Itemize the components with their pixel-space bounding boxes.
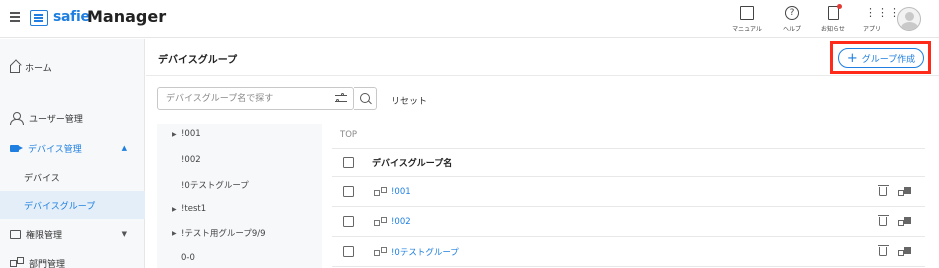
trash-icon[interactable]	[877, 185, 889, 196]
sidebar-item-departments[interactable]: 部門管理	[0, 249, 145, 268]
reset-button[interactable]: リセット	[391, 94, 427, 107]
tree-item[interactable]: ▶ !テスト用グループ9/9	[157, 223, 322, 243]
apps-button[interactable]: ⋮⋮⋮ アプリ	[852, 6, 901, 33]
table-row: !002	[332, 207, 925, 237]
sidebar-item-device-group[interactable]: デバイスグループ	[0, 191, 145, 219]
trash-icon[interactable]	[877, 245, 889, 256]
manual-label: マニュアル	[732, 26, 762, 33]
chevron-up-icon: ▲	[121, 144, 127, 152]
table-header-row: デバイスグループ名	[332, 148, 925, 177]
group-tree: ▶ !001 !002 !0テストグループ ▶ !test1 ▶ !テスト用グル…	[157, 124, 322, 268]
notice-button[interactable]: お知らせ	[813, 4, 853, 33]
sidebar-item-home[interactable]: ホーム	[0, 53, 145, 81]
divider	[146, 75, 939, 76]
create-group-button[interactable]: + グループ作成	[838, 48, 924, 68]
search-box	[157, 87, 354, 110]
department-icon	[10, 257, 24, 268]
group-table: デバイスグループ名 !001 !002 !0テストグループ	[332, 148, 925, 267]
row-checkbox[interactable]	[343, 186, 354, 197]
row-checkbox[interactable]	[343, 246, 354, 257]
help-button[interactable]: ? ヘルプ	[772, 6, 812, 33]
apps-grid-icon: ⋮⋮⋮	[865, 6, 901, 19]
notice-label: お知らせ	[821, 26, 845, 33]
notification-dot	[836, 4, 842, 9]
tree-item[interactable]: !002	[157, 150, 322, 170]
sidebar-item-label: デバイス	[24, 173, 60, 184]
tree-item[interactable]: ▶ !test1	[157, 199, 322, 219]
sidebar-item-label: デバイスグループ	[24, 201, 96, 212]
sidebar-item-label: デバイス管理	[28, 144, 82, 155]
search-input[interactable]	[158, 88, 328, 109]
logo-product: Manager	[87, 7, 167, 26]
move-group-icon[interactable]	[898, 247, 911, 257]
tree-item[interactable]: !0テストグループ	[157, 175, 322, 195]
create-group-label: グループ作成	[861, 54, 916, 65]
sidebar-item-label: ユーザー管理	[29, 114, 83, 125]
group-name-link[interactable]: !0テストグループ	[391, 246, 459, 258]
user-avatar[interactable]	[897, 7, 921, 31]
sidebar-item-device[interactable]: デバイス	[0, 163, 145, 191]
help-icon: ?	[785, 6, 799, 20]
column-header-name: デバイスグループ名	[372, 159, 453, 169]
sidebar: ホーム ユーザー管理 デバイス管理 ▲ デバイス デバイスグループ 権限管理 ▼…	[0, 39, 145, 268]
caret-right-icon[interactable]: ▶	[172, 206, 177, 213]
search-button[interactable]	[354, 87, 377, 110]
caret-right-icon[interactable]: ▶	[172, 230, 177, 237]
table-row: !001	[332, 177, 925, 207]
chevron-down-icon: ▼	[121, 230, 127, 238]
help-label: ヘルプ	[782, 26, 801, 33]
sidebar-item-label: 権限管理	[26, 230, 63, 241]
move-group-icon[interactable]	[898, 187, 911, 197]
menu-icon[interactable]	[10, 12, 20, 22]
breadcrumb[interactable]: TOP	[340, 130, 357, 140]
group-icon	[374, 217, 388, 227]
group-icon	[374, 187, 388, 197]
sidebar-item-label: ホーム	[25, 63, 52, 74]
manual-icon	[740, 6, 754, 20]
permission-icon	[10, 229, 21, 239]
page-title: デバイスグループ	[158, 55, 238, 66]
home-icon	[10, 65, 20, 73]
sidebar-item-devices[interactable]: デバイス管理 ▲	[0, 134, 145, 162]
move-group-icon[interactable]	[898, 217, 911, 227]
group-icon	[374, 247, 388, 257]
sidebar-item-users[interactable]: ユーザー管理	[0, 104, 145, 132]
main-content: デバイスグループ + グループ作成 リセット ▶ !001 !002 !0テスト…	[146, 39, 939, 268]
notice-icon	[827, 4, 842, 20]
caret-right-icon[interactable]: ▶	[172, 131, 177, 138]
tree-item[interactable]: ▶ !001	[157, 124, 322, 144]
sidebar-item-permissions[interactable]: 権限管理 ▼	[0, 220, 145, 248]
sidebar-item-label: 部門管理	[29, 259, 66, 268]
table-row: !0テストグループ	[332, 237, 925, 267]
logo-brand: safie	[53, 9, 90, 25]
plus-icon: +	[846, 50, 858, 66]
manual-button[interactable]: マニュアル	[727, 6, 767, 33]
select-all-checkbox[interactable]	[343, 157, 354, 168]
group-name-link[interactable]: !001	[391, 187, 411, 197]
camera-icon	[10, 144, 23, 152]
safie-logo-icon	[30, 10, 48, 26]
apps-label: アプリ	[862, 26, 881, 33]
tree-item[interactable]: 0-0	[157, 248, 322, 268]
top-header: safie Manager マニュアル ? ヘルプ お知らせ ⋮⋮⋮ アプリ	[0, 0, 939, 38]
user-icon	[10, 112, 24, 125]
trash-icon[interactable]	[877, 215, 889, 226]
row-checkbox[interactable]	[343, 216, 354, 227]
group-name-link[interactable]: !002	[391, 217, 411, 227]
filter-icon[interactable]	[335, 93, 347, 104]
